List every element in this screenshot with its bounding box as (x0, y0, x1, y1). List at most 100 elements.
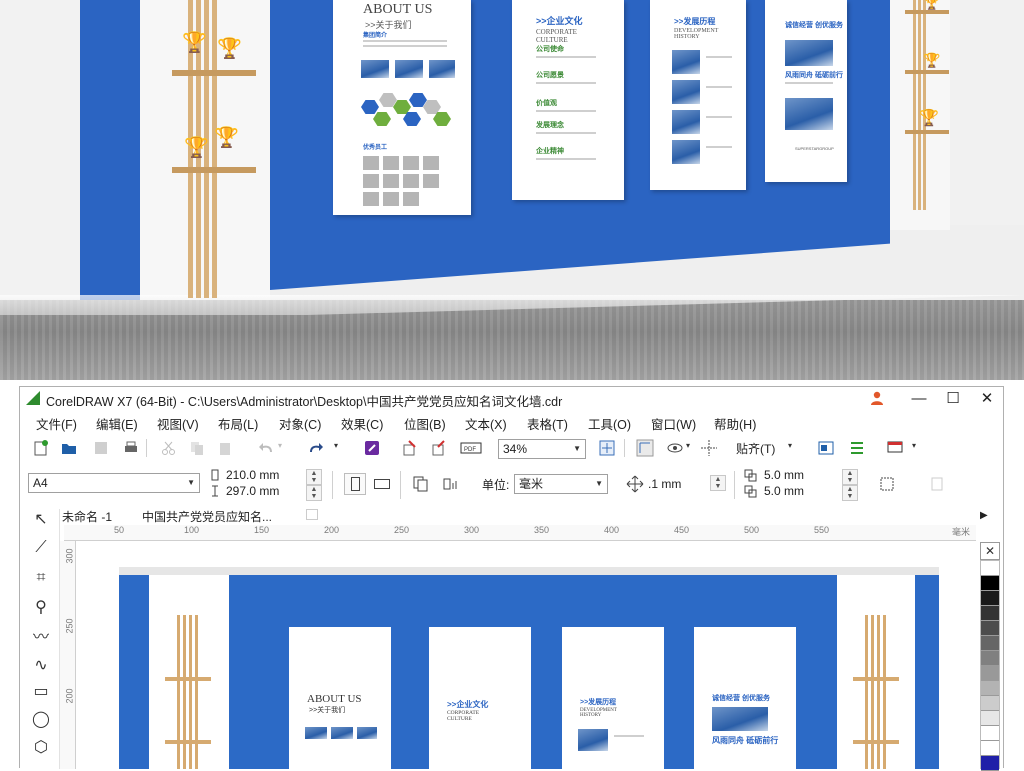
maximize-button[interactable]: ☐ (936, 387, 970, 411)
menu-object[interactable]: 对象(C) (279, 414, 321, 433)
menu-file[interactable]: 文件(F) (36, 414, 77, 433)
menu-bitmaps[interactable]: 位图(B) (404, 414, 446, 433)
panel-title: ABOUT US (363, 2, 433, 17)
palette-swatch[interactable] (981, 726, 999, 741)
page-height-field[interactable]: 297.0 mm (226, 484, 279, 498)
zoom-tool-icon[interactable]: ⚲ (30, 597, 52, 619)
launch-icon[interactable] (886, 439, 904, 457)
landscape-button[interactable] (374, 479, 390, 489)
redo-icon[interactable] (306, 439, 324, 457)
portrait-button[interactable] (344, 473, 366, 495)
new-tab-button[interactable] (306, 509, 318, 520)
color-palette[interactable] (980, 560, 1000, 771)
nudge-spinner[interactable]: ▲ ▼ (710, 475, 726, 491)
copy-icon[interactable] (188, 439, 206, 457)
print-icon[interactable] (122, 439, 140, 457)
canvas-panel-service[interactable]: 诚信经营 创优服务 风雨同舟 砥砺前行 (694, 627, 796, 769)
horizontal-ruler[interactable]: 50 100 150 200 250 300 350 400 450 500 5… (64, 525, 976, 541)
export-icon[interactable] (430, 439, 448, 457)
new-document-icon[interactable] (32, 439, 50, 457)
menu-window[interactable]: 窗口(W) (651, 414, 696, 433)
minimize-button[interactable]: — (902, 387, 936, 411)
palette-swatch[interactable] (981, 561, 999, 576)
welcome-screen-icon[interactable] (817, 439, 835, 457)
rectangle-tool-icon[interactable]: ▭ (30, 681, 52, 703)
zoom-level-select[interactable]: 34% ▼ (498, 439, 586, 459)
palette-swatch[interactable] (981, 666, 999, 681)
view-eye-icon[interactable] (666, 439, 684, 457)
nudge-distance-field[interactable]: .1 mm (648, 477, 681, 491)
snap-dropdown-icon[interactable]: ▾ (788, 441, 792, 450)
canvas-panel-about-us[interactable]: ABOUT US >>关于我们 (289, 627, 391, 769)
duplicate-x-field[interactable]: 5.0 mm (764, 468, 804, 482)
panel-subtitle: 风雨同舟 砥砺前行 (785, 72, 843, 79)
full-screen-icon[interactable] (598, 439, 616, 457)
palette-swatch[interactable] (981, 576, 999, 591)
menu-view[interactable]: 视图(V) (157, 414, 199, 433)
palette-swatch[interactable] (981, 636, 999, 651)
menu-help[interactable]: 帮助(H) (714, 414, 756, 433)
freehand-tool-icon[interactable]: 〰 (30, 627, 52, 649)
duplicate-x-spinner[interactable]: ▲ ▼ (842, 469, 858, 485)
menu-table[interactable]: 表格(T) (527, 414, 568, 433)
duplicate-y-field[interactable]: 5.0 mm (764, 484, 804, 498)
page-width-field[interactable]: 210.0 mm (226, 468, 279, 482)
shape-tool-icon[interactable]: ⟋ (30, 537, 52, 559)
palette-swatch[interactable] (981, 681, 999, 696)
palette-swatch[interactable] (981, 696, 999, 711)
height-spinner[interactable]: ▲ ▼ (306, 485, 322, 501)
menu-edit[interactable]: 编辑(E) (96, 414, 138, 433)
polygon-tool-icon[interactable]: ⬡ (30, 737, 52, 759)
palette-swatch[interactable] (981, 756, 999, 771)
launch-dropdown-icon[interactable]: ▾ (912, 441, 916, 450)
panel-title: 诚信经营 创优服务 (785, 22, 843, 29)
save-icon[interactable] (92, 439, 110, 457)
import-icon[interactable] (401, 439, 419, 457)
current-page-icon[interactable] (442, 475, 460, 493)
no-fill-swatch[interactable]: ✕ (980, 542, 1000, 560)
publish-pdf-icon[interactable]: PDF (460, 439, 482, 457)
page-border-icon[interactable] (928, 475, 946, 493)
bleed-icon[interactable] (878, 475, 896, 493)
menu-layout[interactable]: 布局(L) (218, 414, 258, 433)
crop-tool-icon[interactable]: ⌗ (30, 567, 52, 589)
tab-untitled[interactable]: 未命名 -1 (62, 508, 112, 525)
tab-current-document[interactable]: 中国共产党党员应知名... (142, 508, 272, 525)
palette-swatch[interactable] (981, 651, 999, 666)
menu-tools[interactable]: 工具(O) (588, 414, 631, 433)
guidelines-icon[interactable] (700, 439, 718, 457)
pick-tool-icon[interactable]: ↖ (30, 509, 52, 531)
cut-icon[interactable] (160, 439, 178, 457)
menu-effects[interactable]: 效果(C) (341, 414, 383, 433)
canvas-panel-history[interactable]: >>发展历程 DEVELOPMENT HISTORY (562, 627, 664, 769)
open-folder-icon[interactable] (60, 439, 78, 457)
vertical-ruler[interactable]: 300 250 200 (60, 541, 76, 769)
tab-scroll-right-icon[interactable]: ▶ (980, 510, 988, 521)
menu-text[interactable]: 文本(X) (465, 414, 507, 433)
artistic-media-tool-icon[interactable]: ∿ (30, 655, 52, 677)
redo-dropdown-icon[interactable]: ▾ (334, 441, 338, 450)
palette-swatch[interactable] (981, 621, 999, 636)
palette-swatch[interactable] (981, 711, 999, 726)
drawing-canvas[interactable]: ABOUT US >>关于我们 >>企业文化 CORPORATE CULTURE… (77, 542, 976, 769)
options-icon[interactable] (848, 439, 866, 457)
close-button[interactable]: ✕ (970, 387, 1004, 411)
palette-swatch[interactable] (981, 741, 999, 756)
palette-swatch[interactable] (981, 591, 999, 606)
snap-to-menu[interactable]: 贴齐(T) (736, 440, 775, 457)
palette-swatch[interactable] (981, 606, 999, 621)
search-content-icon[interactable] (363, 439, 381, 457)
units-select[interactable]: 毫米 ▼ (514, 474, 608, 494)
view-dropdown-icon[interactable]: ▾ (686, 441, 690, 450)
user-icon[interactable] (870, 391, 884, 406)
duplicate-y-spinner[interactable]: ▲ ▼ (842, 485, 858, 501)
all-pages-icon[interactable] (412, 475, 430, 493)
width-spinner[interactable]: ▲ ▼ (306, 469, 322, 485)
canvas-panel-culture[interactable]: >>企业文化 CORPORATE CULTURE (429, 627, 531, 769)
paste-icon[interactable] (216, 439, 234, 457)
ellipse-tool-icon[interactable]: ◯ (30, 709, 52, 731)
undo-icon[interactable] (258, 439, 276, 457)
page-size-select[interactable]: A4 ▼ (28, 473, 200, 493)
show-rulers-icon[interactable] (636, 439, 654, 457)
undo-dropdown-icon[interactable]: ▾ (278, 441, 282, 450)
